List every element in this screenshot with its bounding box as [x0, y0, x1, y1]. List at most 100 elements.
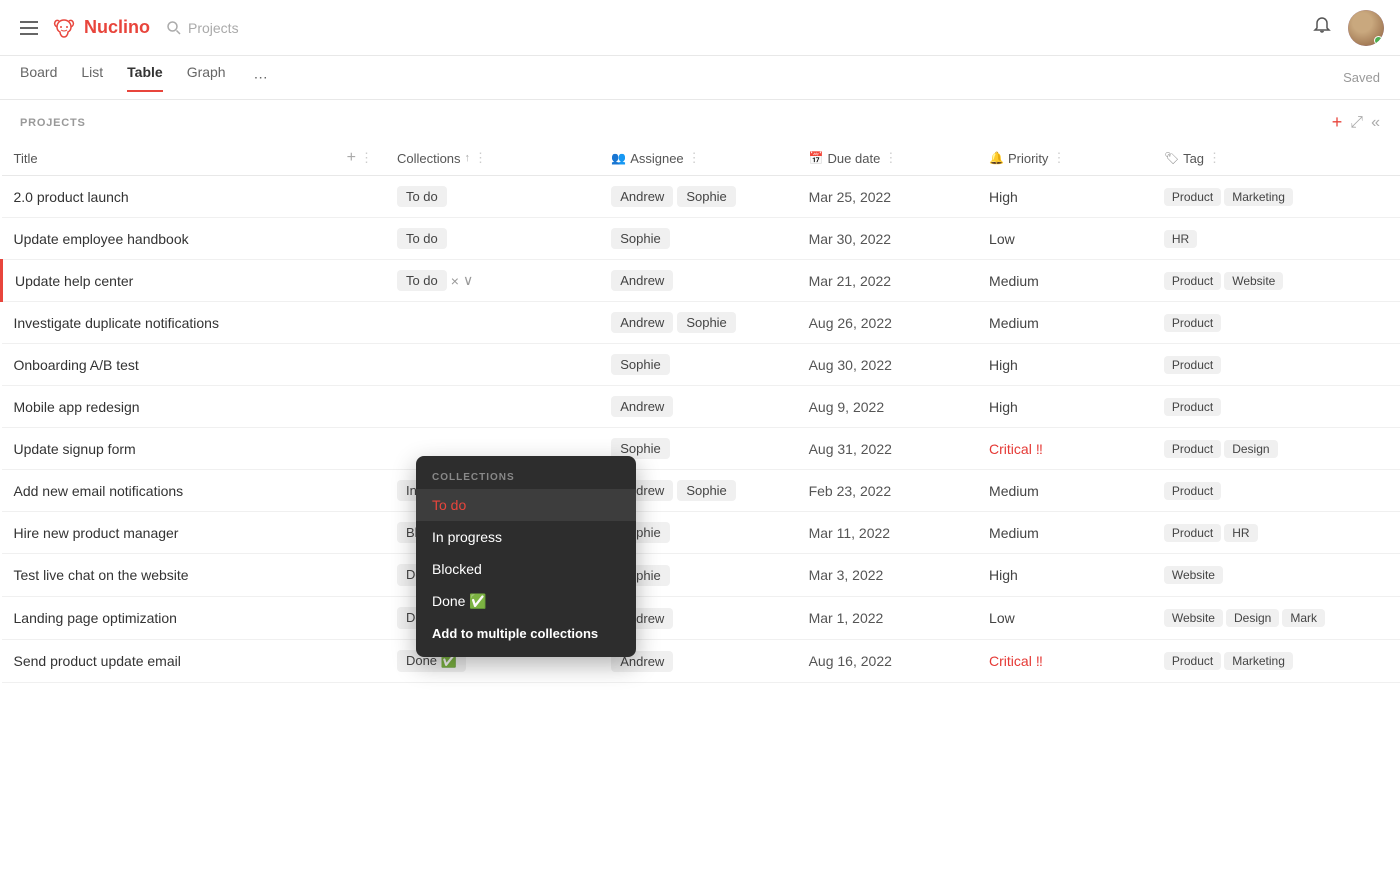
cell-title[interactable]: Onboarding A/B test — [2, 344, 385, 386]
dropdown-add-multiple[interactable]: Add to multiple collections — [416, 618, 636, 649]
collection-pill: To do — [397, 228, 447, 249]
cell-priority: Medium — [977, 302, 1152, 344]
title-col-menu[interactable]: ⋮ — [360, 150, 373, 166]
cell-collections[interactable]: To do — [385, 176, 599, 218]
table-row: Update employee handbookTo doSophieMar 3… — [2, 218, 1400, 260]
cell-assignee[interactable]: AndrewSophie — [599, 302, 796, 344]
topbar-left: Nuclino — [16, 16, 150, 40]
collection-dropdown-button[interactable]: ∨ — [463, 272, 473, 289]
table-row: Add new email notificationsIn progressAn… — [2, 470, 1400, 512]
table-row: Test live chat on the websiteDone ✅Sophi… — [2, 554, 1400, 597]
cell-title[interactable]: Update employee handbook — [2, 218, 385, 260]
priority-col-menu[interactable]: ⋮ — [1052, 150, 1065, 166]
tag-pill: Website — [1164, 609, 1223, 627]
cell-assignee[interactable]: Andrew — [599, 260, 796, 302]
tag-pill: Design — [1226, 609, 1279, 627]
cell-assignee[interactable]: Sophie — [599, 344, 796, 386]
tag-col-menu[interactable]: ⋮ — [1208, 150, 1221, 166]
dropdown-item-done[interactable]: Done ✅ — [416, 585, 636, 618]
search-icon — [166, 20, 182, 36]
dropdown-item-inprogress[interactable]: In progress — [416, 521, 636, 553]
dropdown-item-blocked[interactable]: Blocked — [416, 553, 636, 585]
cell-tags: ProductHR — [1152, 512, 1400, 554]
tab-board[interactable]: Board — [20, 64, 57, 92]
cell-title[interactable]: Update signup form — [2, 428, 385, 470]
assignee-pill: Sophie — [611, 228, 669, 249]
search-placeholder: Projects — [188, 20, 239, 36]
cell-title[interactable]: Add new email notifications — [2, 470, 385, 512]
table-row: Update signup formSophieAug 31, 2022Crit… — [2, 428, 1400, 470]
tag-pill: HR — [1164, 230, 1197, 248]
add-title-button[interactable]: + — [347, 149, 356, 167]
cell-title[interactable]: 2.0 product launch — [2, 176, 385, 218]
tag-pill: HR — [1224, 524, 1257, 542]
tab-table[interactable]: Table — [127, 64, 163, 92]
cell-title[interactable]: Hire new product manager — [2, 512, 385, 554]
cell-duedate: Mar 11, 2022 — [797, 512, 977, 554]
brain-icon — [50, 16, 78, 40]
nav-tabs: Board List Table Graph ⋯ Saved — [0, 56, 1400, 100]
cell-collections[interactable]: To do — [385, 218, 599, 260]
tag-pill: Product — [1164, 482, 1221, 500]
table-container: Title + ⋮ Collections ↑ ⋮ 👥 Assigne — [0, 141, 1400, 876]
tab-graph[interactable]: Graph — [187, 64, 226, 92]
cell-title[interactable]: Update help center — [2, 260, 385, 302]
dropdown-header: COLLECTIONS — [416, 464, 636, 489]
cell-duedate: Aug 9, 2022 — [797, 386, 977, 428]
cell-assignee[interactable]: Sophie — [599, 218, 796, 260]
cell-title[interactable]: Landing page optimization — [2, 597, 385, 640]
cell-title[interactable]: Send product update email — [2, 640, 385, 683]
menu-button[interactable] — [16, 17, 42, 39]
cell-title[interactable]: Investigate duplicate notifications — [2, 302, 385, 344]
cell-tags: ProductDesign — [1152, 428, 1400, 470]
tag-pill: Design — [1224, 440, 1277, 458]
col-header-assignee: 👥 Assignee ⋮ — [599, 141, 796, 176]
assignee-col-icon: 👥 — [611, 151, 626, 165]
cell-priority: Medium — [977, 512, 1152, 554]
priority-label: High — [989, 399, 1018, 415]
cell-collections[interactable]: To do×∨ — [385, 260, 599, 302]
cell-priority: Low — [977, 597, 1152, 640]
collections-col-menu[interactable]: ⋮ — [474, 150, 487, 166]
saved-label: Saved — [1343, 70, 1380, 85]
collections-sort-button[interactable]: ↑ — [465, 152, 471, 164]
cell-priority: Critical ‼ — [977, 640, 1152, 683]
cell-collections[interactable] — [385, 302, 599, 344]
cell-title[interactable]: Test live chat on the website — [2, 554, 385, 597]
avatar[interactable] — [1348, 10, 1384, 46]
more-tabs-button[interactable]: ⋯ — [254, 69, 268, 86]
table-row: Send product update emailDone ✅AndrewAug… — [2, 640, 1400, 683]
dropdown-item-todo[interactable]: To do — [416, 489, 636, 521]
tag-pill: Product — [1164, 356, 1221, 374]
notifications-button[interactable] — [1312, 16, 1332, 39]
tag-pill: Mark — [1282, 609, 1325, 627]
assignee-pill: Sophie — [677, 480, 735, 501]
cell-collections[interactable] — [385, 386, 599, 428]
projects-table: Title + ⋮ Collections ↑ ⋮ 👥 Assigne — [0, 141, 1400, 683]
cell-title[interactable]: Mobile app redesign — [2, 386, 385, 428]
tag-pill: Product — [1164, 652, 1221, 670]
assignee-pill: Andrew — [611, 186, 673, 207]
cell-tags: WebsiteDesignMark — [1152, 597, 1400, 640]
assignee-col-menu[interactable]: ⋮ — [688, 150, 701, 166]
assignee-pill: Sophie — [677, 312, 735, 333]
collections-dropdown: COLLECTIONS To do In progress Blocked Do… — [416, 456, 636, 657]
table-row: Landing page optimizationDone ✅AndrewMar… — [2, 597, 1400, 640]
search-area[interactable]: Projects — [166, 20, 1296, 36]
cell-priority: High — [977, 386, 1152, 428]
cell-assignee[interactable]: Andrew — [599, 386, 796, 428]
cell-duedate: Aug 16, 2022 — [797, 640, 977, 683]
cell-priority: Critical ‼ — [977, 428, 1152, 470]
collapse-button[interactable]: « — [1371, 114, 1380, 132]
tag-pill: Product — [1164, 272, 1221, 290]
cell-assignee[interactable]: AndrewSophie — [599, 176, 796, 218]
expand-button[interactable]: ⤢ — [1350, 114, 1363, 132]
title-col-label: Title — [14, 151, 38, 166]
add-item-button[interactable]: + — [1332, 112, 1343, 133]
duedate-col-menu[interactable]: ⋮ — [884, 150, 897, 166]
projects-actions: + ⤢ « — [1332, 112, 1380, 133]
tab-list[interactable]: List — [81, 64, 103, 92]
cell-collections[interactable] — [385, 344, 599, 386]
clear-collection-button[interactable]: × — [451, 273, 459, 289]
priority-critical: Critical ‼ — [989, 653, 1043, 669]
